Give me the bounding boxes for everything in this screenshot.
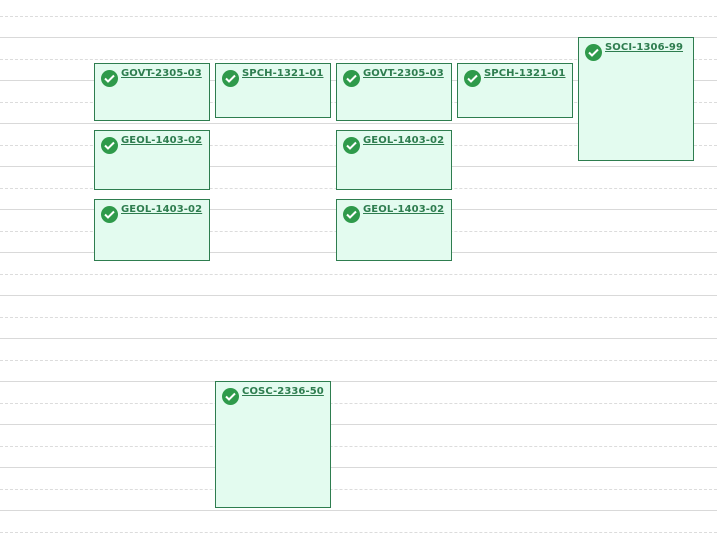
check-circle-icon — [343, 137, 360, 154]
course-link[interactable]: GOVT-2305-03 — [121, 68, 202, 79]
grid-line — [0, 510, 717, 511]
course-block[interactable]: COSC-2336-50 — [215, 381, 331, 508]
grid-line — [0, 360, 717, 361]
check-circle-icon — [101, 70, 118, 87]
grid-line — [0, 532, 717, 533]
grid-line — [0, 467, 717, 468]
check-circle-icon — [222, 70, 239, 87]
course-block[interactable]: GEOL-1403-02 — [336, 130, 452, 190]
grid-line — [0, 381, 717, 382]
check-circle-icon — [343, 70, 360, 87]
grid-line — [0, 403, 717, 404]
course-block[interactable]: GOVT-2305-03 — [94, 63, 210, 121]
check-circle-icon — [101, 137, 118, 154]
course-link[interactable]: GEOL-1403-02 — [121, 204, 202, 215]
grid-line — [0, 274, 717, 275]
course-block[interactable]: SPCH-1321-01 — [457, 63, 573, 118]
course-block[interactable]: SPCH-1321-01 — [215, 63, 331, 118]
course-link[interactable]: SPCH-1321-01 — [484, 68, 566, 79]
course-block[interactable]: GEOL-1403-02 — [94, 130, 210, 190]
course-link[interactable]: COSC-2336-50 — [242, 386, 324, 397]
grid-line — [0, 295, 717, 296]
course-link[interactable]: SPCH-1321-01 — [242, 68, 324, 79]
check-circle-icon — [101, 206, 118, 223]
grid-line — [0, 317, 717, 318]
course-link[interactable]: SOCI-1306-99 — [605, 42, 683, 53]
course-link[interactable]: GEOL-1403-02 — [363, 204, 444, 215]
course-block[interactable]: GEOL-1403-02 — [94, 199, 210, 261]
course-link[interactable]: GOVT-2305-03 — [363, 68, 444, 79]
grid-line — [0, 16, 717, 17]
course-block[interactable]: GOVT-2305-03 — [336, 63, 452, 121]
course-block[interactable]: SOCI-1306-99 — [578, 37, 694, 161]
course-link[interactable]: GEOL-1403-02 — [363, 135, 444, 146]
check-circle-icon — [464, 70, 481, 87]
course-link[interactable]: GEOL-1403-02 — [121, 135, 202, 146]
course-block[interactable]: GEOL-1403-02 — [336, 199, 452, 261]
check-circle-icon — [222, 388, 239, 405]
grid-line — [0, 424, 717, 425]
check-circle-icon — [585, 44, 602, 61]
grid-line — [0, 338, 717, 339]
check-circle-icon — [343, 206, 360, 223]
grid-line — [0, 489, 717, 490]
grid-line — [0, 446, 717, 447]
